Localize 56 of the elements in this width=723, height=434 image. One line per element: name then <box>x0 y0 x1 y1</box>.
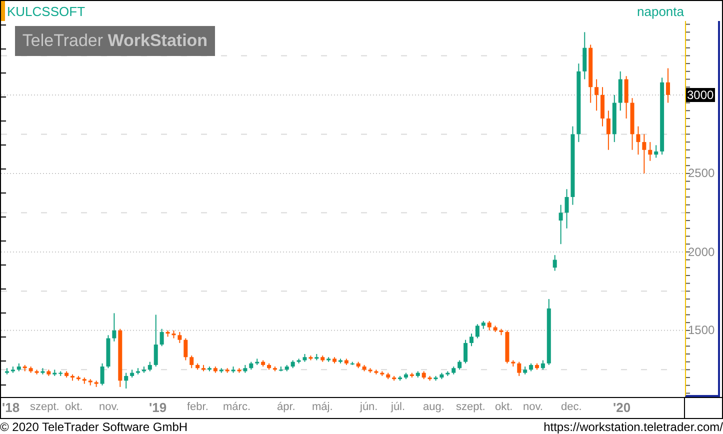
candlestick <box>624 76 628 119</box>
month-label: júl. <box>391 401 406 413</box>
month-label: aug. <box>423 401 444 413</box>
month-label: nov. <box>99 401 119 413</box>
current-price-label: 3000 <box>686 88 715 102</box>
candlestick <box>594 78 599 112</box>
candlestick <box>458 360 462 370</box>
candlestick <box>582 32 587 80</box>
copyright-text: © 2020 TeleTrader Software GmbH <box>0 420 188 434</box>
month-label: febr. <box>187 401 208 413</box>
price-tick-label: 2500 <box>688 166 715 180</box>
candlestick <box>148 361 152 372</box>
candlestick <box>648 142 652 162</box>
candlestick <box>487 320 492 331</box>
candlestick <box>184 338 188 361</box>
candlestick <box>517 361 522 376</box>
month-label: okt. <box>495 401 513 413</box>
candlestick <box>636 126 640 156</box>
month-label: márc. <box>223 401 250 413</box>
candlestick <box>618 70 622 112</box>
month-label: dec. <box>561 401 582 413</box>
candlestick <box>178 332 182 344</box>
accent-bar <box>1 1 5 21</box>
symbol-name: KULCSSOFT <box>7 4 86 18</box>
candlestick <box>666 68 670 104</box>
month-label: máj. <box>312 401 333 413</box>
candlestick <box>558 204 563 245</box>
candlestick <box>564 188 569 229</box>
website-link[interactable]: https://workstation.teletrader.com/ <box>544 420 723 434</box>
month-label: szept. <box>30 401 60 413</box>
month-label: nov. <box>523 401 543 413</box>
candlestick <box>600 86 604 127</box>
year-label: '20 <box>613 400 631 415</box>
candlestick <box>475 324 480 339</box>
candlestick <box>464 339 468 364</box>
month-label: okt. <box>65 401 83 413</box>
candlestick <box>154 314 158 368</box>
candlestick <box>100 362 104 386</box>
month-label: szept. <box>456 401 486 413</box>
candlestick <box>469 333 474 347</box>
candlestick <box>190 355 194 369</box>
candlestick <box>112 312 116 342</box>
month-label: jún. <box>360 401 378 413</box>
candlestick <box>540 360 545 370</box>
month-label: ápr. <box>277 401 296 413</box>
candlestick <box>642 134 646 174</box>
candlestick <box>552 254 557 272</box>
candlestick <box>654 144 658 158</box>
candlestick <box>606 110 610 150</box>
year-label: '19 <box>149 400 167 415</box>
candlestick <box>160 328 164 347</box>
app-logo: TeleTrader WorkStation <box>15 26 215 56</box>
price-tick-label: 2000 <box>688 244 715 259</box>
candlestick <box>124 372 128 390</box>
year-label: '18 <box>2 400 20 415</box>
price-tick-label: 1500 <box>688 323 715 338</box>
